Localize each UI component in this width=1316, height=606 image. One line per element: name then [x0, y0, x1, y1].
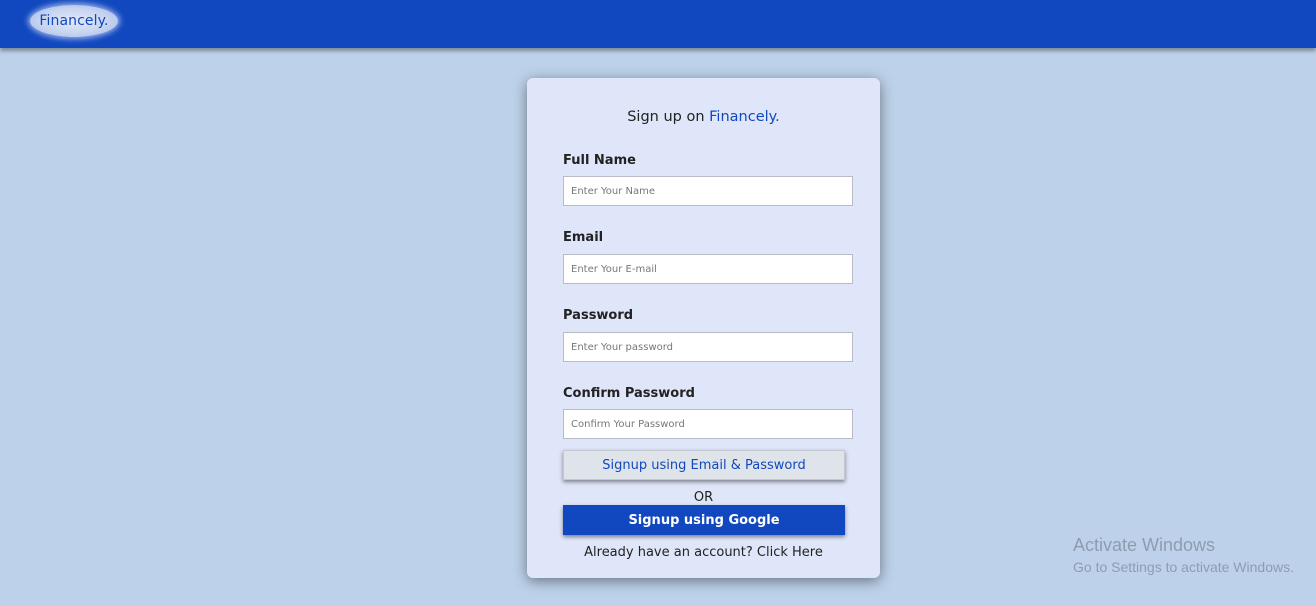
top-navbar: Financely.: [0, 0, 1316, 48]
signup-google-button[interactable]: Signup using Google: [563, 505, 845, 535]
email-input[interactable]: [563, 254, 853, 284]
signup-title-brand: Financely.: [709, 109, 780, 125]
full-name-label: Full Name: [563, 153, 636, 168]
or-divider-text: OR: [693, 490, 714, 505]
login-link[interactable]: Click Here: [757, 545, 823, 560]
signup-title: Sign up on Financely.: [527, 109, 880, 125]
confirm-password-label: Confirm Password: [563, 386, 695, 401]
login-prompt-text: Already have an account?: [584, 545, 757, 560]
signup-title-prefix: Sign up on: [627, 109, 710, 125]
activate-windows-subtitle: Go to Settings to activate Windows.: [1073, 559, 1294, 575]
login-prompt: Already have an account? Click Here: [527, 545, 880, 560]
signup-email-password-button[interactable]: Signup using Email & Password: [563, 450, 845, 480]
signup-card: Sign up on Financely. Full Name Email Pa…: [527, 78, 880, 578]
activate-windows-title: Activate Windows: [1073, 535, 1216, 555]
confirm-password-input[interactable]: [563, 409, 853, 439]
financely-logo[interactable]: Financely.: [30, 5, 118, 37]
password-input[interactable]: [563, 332, 853, 362]
password-label: Password: [563, 308, 634, 323]
email-label: Email: [563, 230, 604, 245]
full-name-input[interactable]: [563, 176, 853, 206]
